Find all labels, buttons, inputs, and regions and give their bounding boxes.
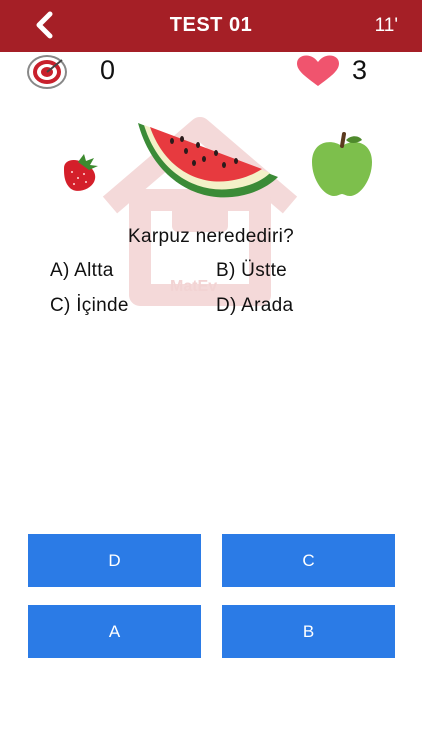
score-value: 0 bbox=[100, 55, 116, 85]
option-b-text: B) Üstte bbox=[216, 260, 288, 281]
watermelon-icon bbox=[138, 123, 278, 198]
watermark-text: MatEv bbox=[170, 278, 218, 295]
lives-value: 3 bbox=[352, 55, 368, 85]
answer-button-a[interactable]: A bbox=[28, 605, 201, 658]
option-a-text: A) Altta bbox=[50, 260, 114, 281]
apple-icon bbox=[312, 132, 372, 196]
strawberry-icon bbox=[64, 154, 98, 191]
timer-label: 11' bbox=[374, 15, 398, 36]
heart-icon bbox=[297, 55, 339, 86]
question-text: Karpuz neredediri? bbox=[128, 226, 294, 247]
answer-button-c[interactable]: C bbox=[222, 534, 395, 587]
target-icon bbox=[27, 55, 67, 89]
answer-button-d[interactable]: D bbox=[28, 534, 201, 587]
answer-button-b[interactable]: B bbox=[222, 605, 395, 658]
stats-bar: 0 3 bbox=[0, 52, 422, 92]
page-title: TEST 01 bbox=[169, 14, 253, 36]
option-d-text: D) Arada bbox=[216, 295, 294, 316]
top-bar: TEST 01 11' bbox=[0, 0, 422, 52]
option-c-text: C) İçinde bbox=[50, 295, 129, 316]
